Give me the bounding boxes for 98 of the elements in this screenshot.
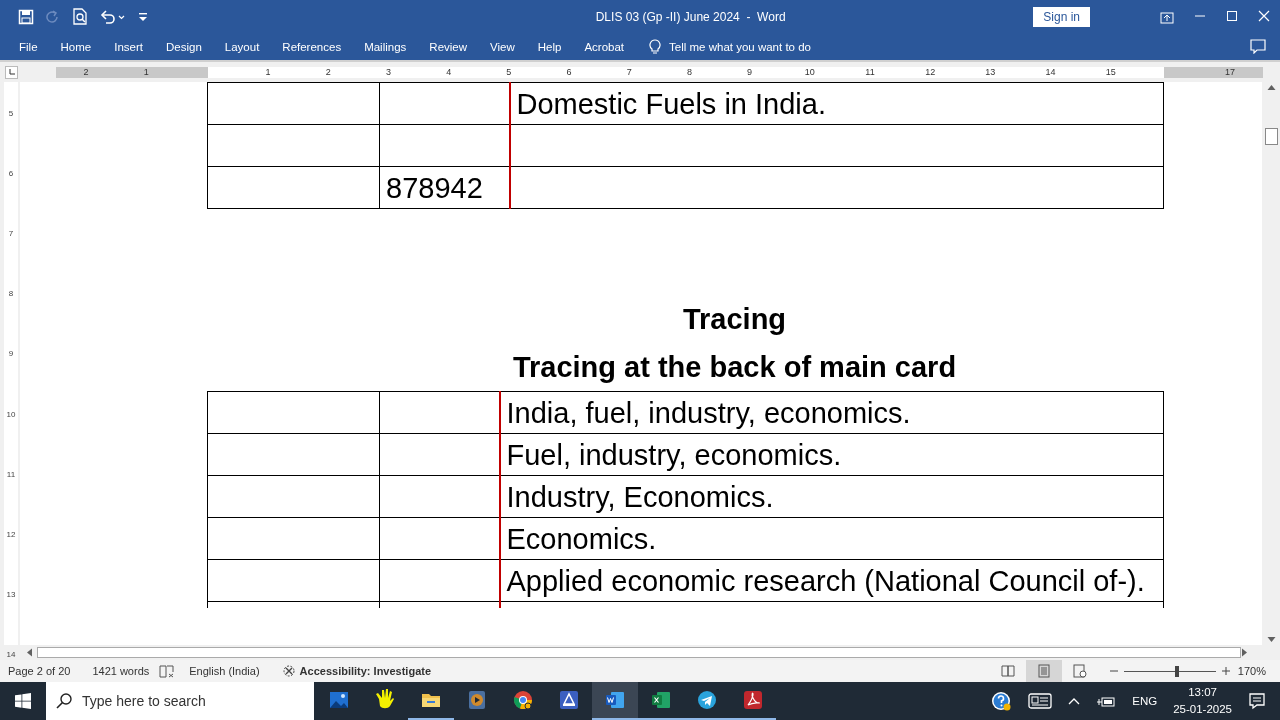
ribbon-tab[interactable]: View (480, 36, 525, 57)
ruler-number: 12 (924, 66, 937, 78)
comment-icon[interactable] (1250, 39, 1266, 54)
table-cell: India, fuel, industry, economics. (499, 391, 1164, 434)
ribbon-tab[interactable]: Review (419, 36, 478, 57)
notification-icon[interactable] (1248, 692, 1266, 710)
ruler-number: 7 (7, 227, 15, 240)
ruler-number: 10 (803, 66, 816, 78)
scroll-thumb[interactable] (1264, 128, 1278, 145)
page-icon (1036, 664, 1051, 678)
excel-icon (650, 689, 672, 711)
ruler-number: 12 (5, 528, 17, 541)
ruler-number: 9 (746, 66, 754, 78)
window-title: DLIS 03 (Gp -II) June 2024 - Word (594, 9, 787, 24)
ruler-number: 11 (864, 66, 876, 78)
language-indicator[interactable]: English (India) (189, 665, 260, 677)
ribbon-tab[interactable]: Insert (104, 36, 153, 57)
zoom-in-icon[interactable] (1221, 667, 1230, 675)
table-cell: Industry, Economics. (499, 475, 1164, 518)
clock-date: 25-01-2025 (1173, 702, 1232, 717)
slider-thumb[interactable] (1175, 665, 1180, 677)
book-icon (1000, 664, 1015, 678)
ruler-number: 2 (82, 66, 90, 78)
web-page-icon (1072, 664, 1087, 678)
scroll-down-icon[interactable] (1266, 636, 1276, 643)
ruler-number: 13 (5, 589, 17, 602)
ribbon-display-icon[interactable] (1160, 9, 1174, 24)
scroll-up-icon[interactable] (1266, 84, 1276, 91)
page-count[interactable]: Page 2 of 20 (8, 665, 71, 677)
ruler-number: 11 (5, 468, 17, 481)
ribbon-tab[interactable]: File (9, 36, 48, 57)
hand-icon (374, 689, 396, 711)
ruler-number: 14 (1044, 66, 1057, 78)
print-preview-icon[interactable] (72, 8, 88, 25)
close-icon[interactable] (1258, 9, 1270, 22)
word-count[interactable]: 1421 words (92, 665, 150, 677)
search-icon (56, 693, 72, 709)
sign-in-button[interactable]: Sign in (1033, 6, 1090, 27)
clock-time: 13:07 (1188, 685, 1217, 700)
search-field[interactable]: Type here to search (46, 682, 314, 720)
battery-icon[interactable] (1096, 694, 1117, 708)
ruler-number: 1 (142, 66, 150, 78)
zoom-level[interactable]: 170% (1237, 665, 1266, 677)
ruler-number: 17 (1225, 67, 1235, 77)
ruler-number: 13 (984, 66, 997, 78)
ruler-number: 8 (685, 66, 693, 78)
left-tab-icon (8, 69, 15, 75)
maximize-icon[interactable] (1226, 9, 1238, 22)
accessibility-icon[interactable] (281, 664, 296, 678)
news-icon[interactable] (1028, 692, 1053, 710)
ribbon-tab[interactable]: Home (50, 36, 102, 57)
ruler-number: 5 (505, 66, 513, 78)
tab-selector[interactable] (5, 65, 18, 79)
ruler-number: 4 (445, 66, 453, 78)
help-icon[interactable] (990, 690, 1013, 712)
windows-logo-icon (15, 693, 31, 709)
ruler-number: 10 (5, 408, 17, 421)
scanner-icon (558, 689, 580, 711)
table-cell: Economics. (499, 517, 1164, 560)
chrome-icon (512, 689, 534, 711)
ruler-number: 5 (7, 107, 15, 120)
telegram-icon (696, 689, 718, 711)
save-icon[interactable] (18, 8, 34, 25)
ruler-number: 9 (7, 348, 15, 361)
ribbon-tab[interactable]: Acrobat (574, 36, 635, 57)
ribbon-tab[interactable]: Design (156, 36, 212, 57)
ruler-number: 8 (7, 288, 15, 301)
ribbon-tab[interactable]: References (272, 36, 352, 57)
ruler-number: 15 (1104, 66, 1117, 78)
acrobat-icon (742, 689, 764, 711)
customize-icon[interactable] (138, 10, 148, 23)
ruler-number: 7 (625, 66, 633, 78)
heading: Tracing at the back of main card (511, 350, 958, 385)
print-view-button[interactable] (1025, 660, 1062, 682)
undo-icon[interactable] (100, 8, 126, 25)
table-cell: Fuel, industry, economics. (499, 433, 1164, 476)
ribbon-tab[interactable]: Mailings (354, 36, 417, 57)
ruler-number: 6 (7, 167, 15, 180)
ruler-number: 3 (384, 66, 392, 78)
input-language[interactable]: ENG (1132, 695, 1158, 707)
ribbon-tab[interactable]: Help (527, 36, 572, 57)
lightbulb-icon (649, 38, 662, 55)
clock[interactable]: 13:07 25-01-2025 (1173, 684, 1232, 718)
scroll-thumb[interactable] (37, 647, 1241, 658)
accessibility-status[interactable]: Accessibility: Investigate (299, 665, 432, 677)
chevron-up-icon[interactable] (1068, 697, 1081, 705)
word-icon (604, 689, 626, 711)
proofing-icon[interactable] (159, 664, 176, 678)
ruler-number: 2 (324, 66, 332, 78)
ruler-number: 1 (264, 66, 272, 78)
photos-icon (328, 689, 350, 711)
heading: Tracing (681, 302, 788, 337)
table-cell: Domestic Fuels in India. (509, 82, 1164, 125)
ribbon-tab[interactable]: Layout (214, 36, 270, 57)
ruler-number: 6 (565, 66, 573, 78)
tell-me-field[interactable]: Tell me what you want to do (669, 40, 870, 53)
media-player-icon (466, 689, 488, 711)
table-cell: Applied economic research (National Council of-). (499, 559, 1164, 602)
